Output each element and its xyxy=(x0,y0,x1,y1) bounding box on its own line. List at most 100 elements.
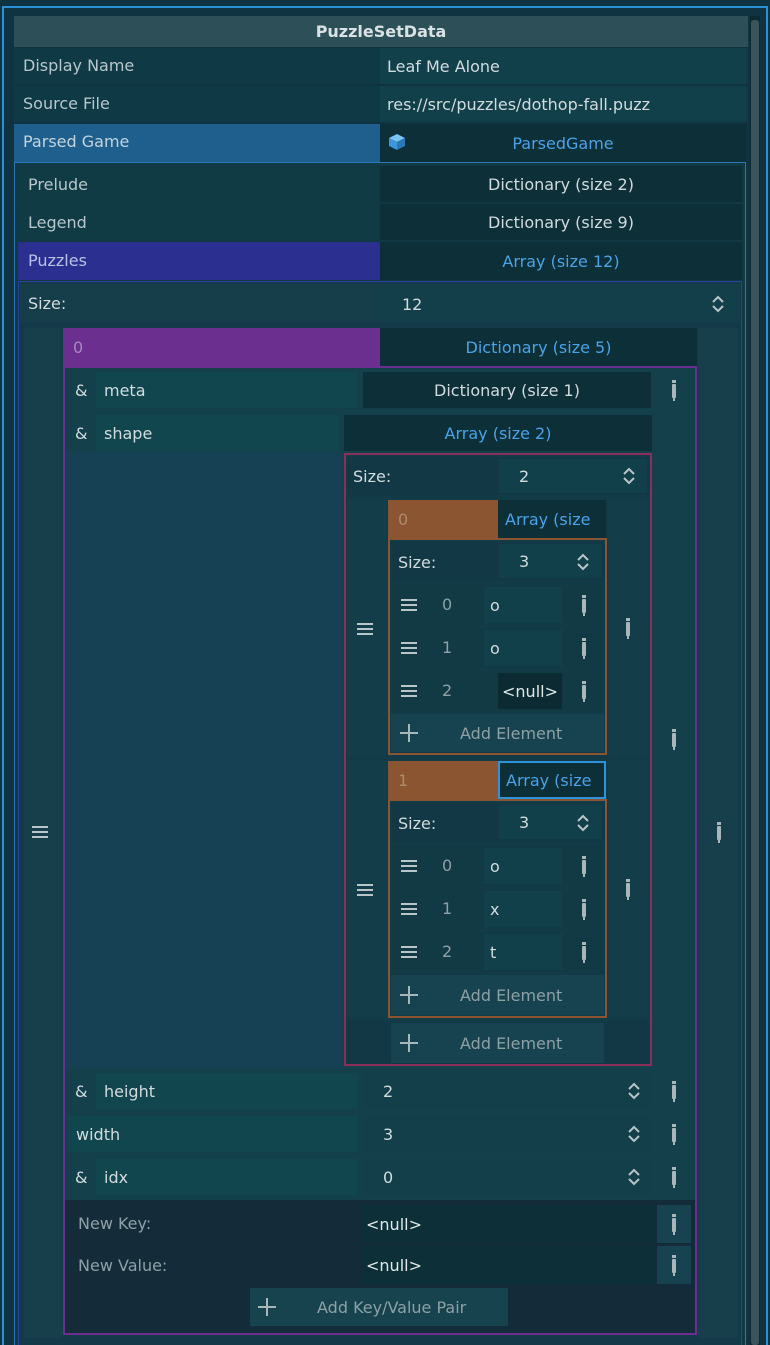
prelude-value-button[interactable]: Dictionary (size 2) xyxy=(380,166,742,202)
updown-arrows-icon[interactable] xyxy=(628,1082,640,1100)
drag-handle-icon[interactable] xyxy=(32,826,48,838)
drag-handle-icon[interactable] xyxy=(401,599,417,611)
shape-row-1-value-button[interactable]: Array (size xyxy=(498,761,606,799)
updown-arrows-icon[interactable] xyxy=(712,295,724,313)
height-key-field[interactable]: height xyxy=(96,1073,358,1109)
shape-left-area xyxy=(66,452,343,1068)
edit-icon[interactable] xyxy=(672,1124,676,1145)
edit-icon[interactable] xyxy=(672,1255,676,1276)
new-value-field[interactable]: <null> xyxy=(361,1246,655,1284)
row1-size-value: 3 xyxy=(519,812,530,832)
plus-icon xyxy=(258,1298,276,1316)
shape-value: Array (size 2) xyxy=(444,423,552,443)
meta-key-field[interactable]: meta xyxy=(96,372,358,408)
edit-icon[interactable] xyxy=(626,879,630,900)
updown-arrows-icon[interactable] xyxy=(628,1168,640,1186)
drag-handle-icon[interactable] xyxy=(401,642,417,654)
new-key-field[interactable]: <null> xyxy=(361,1205,655,1243)
row1-item-1-index: 1 xyxy=(442,899,453,918)
parsed-game-value: ParsedGame xyxy=(512,133,614,153)
edit-icon[interactable] xyxy=(582,899,586,920)
updown-arrows-icon[interactable] xyxy=(577,553,589,571)
idx-value-spinbox[interactable]: 0 xyxy=(363,1159,651,1195)
drag-handle-icon[interactable] xyxy=(401,860,417,872)
puzzles-value-button[interactable]: Array (size 12) xyxy=(380,242,742,280)
plus-icon xyxy=(400,724,418,742)
shape-row-1-value: Array (size xyxy=(506,770,592,790)
height-value-spinbox[interactable]: 2 xyxy=(363,1073,651,1109)
edit-icon[interactable] xyxy=(582,942,586,963)
edit-icon[interactable] xyxy=(672,1081,676,1102)
puzzle-0-value-button[interactable]: Dictionary (size 5) xyxy=(380,328,697,366)
width-value-spinbox[interactable]: 3 xyxy=(363,1116,651,1152)
scrollbar-thumb[interactable] xyxy=(751,20,759,1345)
width-value: 3 xyxy=(383,1124,394,1144)
row0-item-1-value: o xyxy=(490,638,500,658)
shape-key-field[interactable]: shape xyxy=(96,415,339,451)
row1-item-0-index: 0 xyxy=(442,856,453,875)
inspector-title: PuzzleSetData xyxy=(315,22,447,41)
puzzles-value: Array (size 12) xyxy=(502,251,620,271)
legend-label: Legend xyxy=(28,213,87,232)
edit-icon[interactable] xyxy=(672,380,676,401)
display-name-value: Leaf Me Alone xyxy=(387,56,500,76)
row1-item-2-field[interactable]: t xyxy=(484,934,562,970)
shape-prefix: & xyxy=(75,424,88,443)
new-key-value: <null> xyxy=(366,1214,422,1234)
drag-handle-icon[interactable] xyxy=(357,884,373,896)
width-key-field[interactable]: width xyxy=(68,1116,358,1152)
source-file-input[interactable]: res://src/puzzles/dothop-fall.puzz xyxy=(380,86,746,122)
row1-item-2-value: t xyxy=(490,942,497,962)
updown-arrows-icon[interactable] xyxy=(623,467,635,485)
row1-item-0-field[interactable]: o xyxy=(484,848,562,884)
updown-arrows-icon[interactable] xyxy=(628,1125,640,1143)
row1-item-1-field[interactable]: x xyxy=(484,891,562,927)
puzzles-size-label: Size: xyxy=(28,294,67,313)
edit-icon[interactable] xyxy=(717,822,721,843)
edit-icon[interactable] xyxy=(582,856,586,877)
row0-item-0-index: 0 xyxy=(442,595,453,614)
drag-handle-icon[interactable] xyxy=(401,946,417,958)
shape-value-button[interactable]: Array (size 2) xyxy=(344,415,652,451)
source-file-label: Source File xyxy=(23,94,110,113)
legend-value-button[interactable]: Dictionary (size 9) xyxy=(380,204,742,240)
height-prefix: & xyxy=(75,1082,88,1101)
height-value: 2 xyxy=(383,1081,394,1101)
legend-value: Dictionary (size 9) xyxy=(488,212,634,232)
meta-value-button[interactable]: Dictionary (size 1) xyxy=(363,372,651,408)
row0-item-1-field[interactable]: o xyxy=(484,630,562,666)
cube-icon xyxy=(389,134,405,150)
edit-icon[interactable] xyxy=(672,1214,676,1235)
shape-size-value: 2 xyxy=(519,466,530,486)
drag-handle-icon[interactable] xyxy=(401,903,417,915)
inspector-title-bar: PuzzleSetData xyxy=(14,16,748,47)
row0-item-0-field[interactable]: o xyxy=(484,587,562,623)
edit-icon[interactable] xyxy=(626,618,630,639)
plus-icon xyxy=(400,986,418,1004)
idx-key-field[interactable]: idx xyxy=(96,1159,358,1195)
plus-icon xyxy=(400,1034,418,1052)
edit-icon[interactable] xyxy=(582,681,586,702)
drag-handle-icon[interactable] xyxy=(357,623,373,635)
row1-size-label: Size: xyxy=(398,814,437,833)
parsed-game-label: Parsed Game xyxy=(23,132,130,151)
parsed-game-resource-button[interactable]: ParsedGame xyxy=(380,124,746,162)
shape-size-label: Size: xyxy=(353,467,392,486)
row0-item-2-field[interactable]: <null> xyxy=(498,673,562,709)
edit-icon[interactable] xyxy=(672,1167,676,1188)
height-key: height xyxy=(104,1081,155,1101)
row0-add-element-label: Add Element xyxy=(460,724,563,743)
puzzles-size-spinbox[interactable]: 12 xyxy=(380,286,738,322)
row1-item-1-value: x xyxy=(490,899,500,919)
new-key-label: New Key: xyxy=(78,1214,152,1233)
row0-size-value: 3 xyxy=(519,551,530,571)
edit-icon[interactable] xyxy=(672,729,676,750)
edit-icon[interactable] xyxy=(582,595,586,616)
edit-icon[interactable] xyxy=(582,638,586,659)
shape-row-1-index: 1 xyxy=(398,771,409,790)
drag-handle-icon[interactable] xyxy=(401,685,417,697)
puzzle-0-index: 0 xyxy=(73,338,84,357)
display-name-input[interactable]: Leaf Me Alone xyxy=(380,48,746,84)
shape-row-0-value-button[interactable]: Array (size xyxy=(498,500,606,538)
updown-arrows-icon[interactable] xyxy=(577,814,589,832)
